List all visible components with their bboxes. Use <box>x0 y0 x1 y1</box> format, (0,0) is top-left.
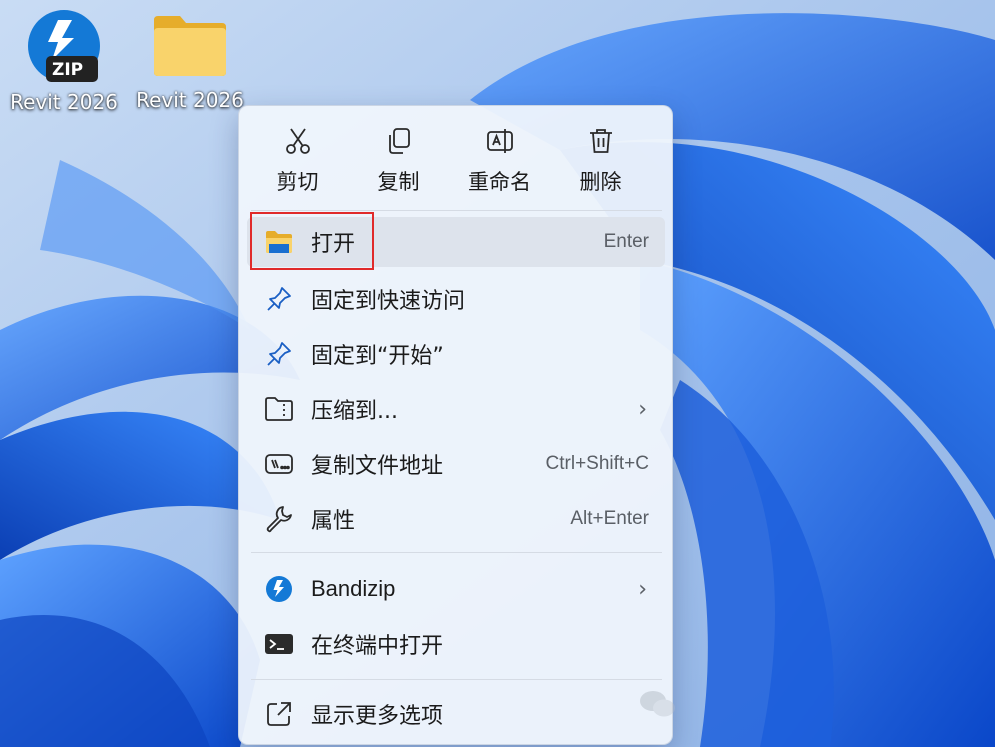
desktop-icon-label: Revit 2026 <box>10 90 118 114</box>
menu-item-shortcut: Ctrl+Shift+C <box>545 453 649 474</box>
menu-item-label: 在终端中打开 <box>311 634 444 659</box>
wechat-watermark-icon <box>640 691 675 717</box>
zip-badge-text: ZIP <box>52 60 84 80</box>
menu-item-label: 压缩到... <box>311 399 398 424</box>
desktop-icon-label: Revit 2026 <box>136 88 244 112</box>
chevron-right-icon: › <box>638 396 647 422</box>
rename-icon <box>486 129 513 153</box>
copy-icon <box>388 128 410 154</box>
bandizip-icon <box>261 571 297 607</box>
cut-label: 剪切 <box>276 170 319 194</box>
menu-item-pin-quick-access[interactable]: 固定到快速访问 <box>247 274 665 324</box>
terminal-icon <box>261 626 297 662</box>
menu-separator <box>251 552 662 553</box>
menu-item-label: 复制文件地址 <box>311 454 444 479</box>
rename-label: 重命名 <box>468 170 531 194</box>
pin-icon <box>261 281 297 317</box>
menu-item-shortcut: Enter <box>603 231 649 252</box>
menu-item-compress-to[interactable]: 压缩到... › <box>247 384 665 434</box>
desktop-icon-revit-zip[interactable]: ZIP Revit 2026 <box>2 8 126 114</box>
menu-item-label: 打开 <box>311 232 356 257</box>
folder-icon <box>152 12 228 82</box>
copy-label: 复制 <box>377 170 420 194</box>
menu-item-properties[interactable]: 属性 Alt+Enter <box>247 494 665 544</box>
bandizip-zip-icon: ZIP <box>26 8 102 84</box>
archive-icon <box>261 391 297 427</box>
menu-item-copy-path[interactable]: 复制文件地址 Ctrl+Shift+C <box>247 439 665 489</box>
menu-item-pin-start[interactable]: 固定到“开始” <box>247 329 665 379</box>
menu-item-shortcut: Alt+Enter <box>570 508 649 529</box>
copy-button[interactable]: 复制 <box>348 122 449 202</box>
pin-icon <box>261 336 297 372</box>
menu-item-label: 属性 <box>311 509 356 534</box>
rename-button[interactable]: 重命名 <box>449 122 550 202</box>
delete-button[interactable]: 删除 <box>550 122 651 202</box>
external-icon <box>261 696 297 732</box>
path-icon <box>261 446 297 482</box>
menu-separator <box>251 210 662 211</box>
folder-icon <box>261 224 297 260</box>
trash-icon <box>589 129 612 153</box>
menu-separator <box>251 679 662 680</box>
chevron-right-icon: › <box>638 576 647 602</box>
quick-actions-bar: 剪切 复制 重命名 删除 <box>247 122 667 202</box>
menu-item-open-in-terminal[interactable]: 在终端中打开 <box>247 619 665 669</box>
menu-item-label: 固定到“开始” <box>311 344 444 369</box>
scissors-icon <box>285 128 310 154</box>
menu-item-label: 显示更多选项 <box>311 704 444 729</box>
menu-item-bandizip[interactable]: Bandizip › <box>247 564 665 614</box>
delete-label: 删除 <box>579 170 622 194</box>
menu-item-label: 固定到快速访问 <box>311 289 466 314</box>
desktop-icon-revit-folder[interactable]: Revit 2026 <box>128 8 252 112</box>
menu-item-open[interactable]: 打开 Enter <box>247 217 665 267</box>
wrench-icon <box>261 501 297 537</box>
context-menu: 剪切 复制 重命名 删除 打开 Enter 固定到快速访问 固定到“开始” 压缩… <box>238 105 675 745</box>
menu-item-label: Bandizip <box>311 576 396 601</box>
cut-button[interactable]: 剪切 <box>247 122 348 202</box>
menu-item-show-more-options[interactable]: 显示更多选项 <box>247 689 665 739</box>
